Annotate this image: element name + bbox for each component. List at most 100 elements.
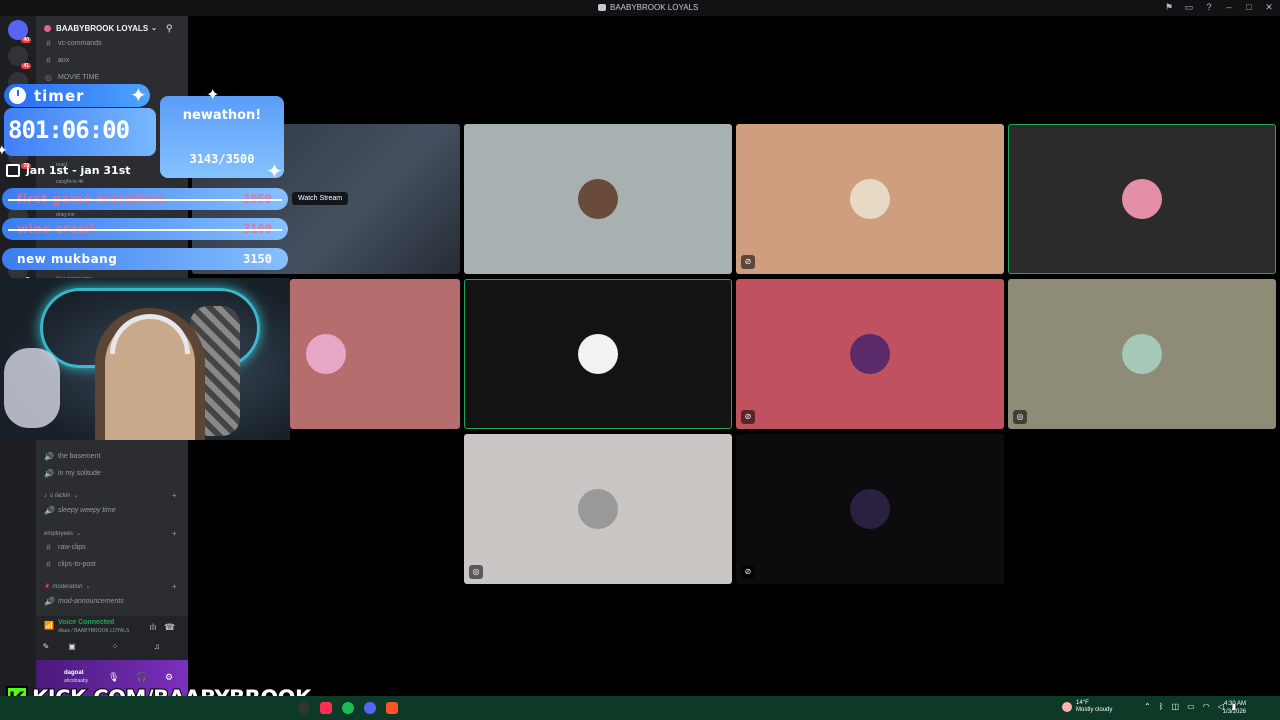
timer-box: 801:06:00 bbox=[4, 108, 156, 156]
display-icon[interactable]: ▭ bbox=[1187, 702, 1195, 711]
timer-label: timer bbox=[4, 84, 150, 107]
server-badge-icon bbox=[44, 24, 51, 32]
sparkle-icon: ✦ bbox=[266, 161, 283, 183]
goal-value: 3150 bbox=[243, 252, 272, 266]
soundboard-icon[interactable]: ♫ bbox=[149, 642, 165, 654]
channel-mod-announcements[interactable]: 🔊 mod-announcements bbox=[44, 595, 124, 607]
channel-sleepy-weepy-time[interactable]: 🔊 sleepy weepy time bbox=[44, 504, 116, 516]
participant-tile[interactable] bbox=[464, 124, 732, 274]
obs-icon[interactable] bbox=[298, 702, 310, 714]
category-u-lackin[interactable]: ♪ u lackin ⌄ + bbox=[44, 491, 177, 500]
tiktok-icon[interactable] bbox=[320, 702, 332, 714]
channel-clips-to-post[interactable]: # clips-to-post bbox=[44, 558, 96, 570]
add-channel-icon[interactable]: + bbox=[172, 491, 177, 500]
invite-icon[interactable]: ⚲ bbox=[166, 23, 176, 33]
watch-stream-button[interactable]: Watch Stream bbox=[292, 192, 349, 205]
participant-tile[interactable]: ⊘ bbox=[736, 434, 1004, 584]
channel-aux[interactable]: # aux bbox=[44, 54, 69, 66]
network-icon[interactable]: ◫ bbox=[1172, 702, 1180, 711]
brave-icon[interactable] bbox=[386, 702, 398, 714]
channel-label: sleepy weepy time bbox=[58, 506, 116, 514]
server-icon[interactable]: 41 bbox=[8, 46, 31, 69]
participant-tile[interactable] bbox=[464, 279, 732, 429]
disconnect-icon[interactable]: ☎ bbox=[164, 622, 175, 632]
avatar bbox=[578, 179, 618, 219]
channel-label: in my solitude bbox=[58, 469, 101, 477]
sparkle-icon: ✦ bbox=[0, 142, 8, 158]
flag-icon[interactable]: ⚑ bbox=[1164, 2, 1174, 12]
date-range: jan 1st - jan 31st bbox=[6, 164, 131, 177]
inbox-icon[interactable]: ▭ bbox=[1184, 2, 1194, 12]
hash-icon: # bbox=[46, 55, 51, 65]
channel-label: vc-commands bbox=[58, 39, 102, 47]
timer-value: 801:06:00 bbox=[8, 116, 130, 144]
goal-item: new mukbang 3150 bbox=[2, 248, 288, 270]
bluetooth-icon[interactable]: ᛒ bbox=[1159, 702, 1164, 711]
noise-suppression-icon[interactable]: ılı bbox=[148, 622, 158, 632]
weather-temp: 14°F bbox=[1076, 700, 1089, 706]
minimize-icon[interactable]: – bbox=[1224, 2, 1234, 12]
channel-caught-in-4k[interactable]: caught-in-4k bbox=[56, 176, 84, 188]
goal-title: newathon! bbox=[182, 108, 262, 123]
category-icon: ♜ bbox=[44, 584, 50, 590]
channel-vc-commands[interactable]: # vc-commands bbox=[44, 37, 102, 49]
participant-tile[interactable]: ⊘ bbox=[736, 279, 1004, 429]
strikethrough bbox=[8, 199, 282, 201]
avatar bbox=[850, 334, 890, 374]
weather-desc: Mostly cloudy bbox=[1076, 707, 1113, 713]
voice-status[interactable]: Voice Connected bbox=[58, 619, 114, 626]
badge: 40 bbox=[21, 37, 31, 43]
add-channel-icon[interactable]: + bbox=[172, 529, 177, 538]
webcam-overlay bbox=[0, 278, 290, 440]
hash-icon: # bbox=[46, 38, 51, 48]
microphone-icon[interactable]: 🎙 bbox=[108, 672, 119, 682]
category-label: moderation bbox=[52, 583, 83, 590]
user-name: dagoat bbox=[64, 670, 84, 676]
voice-location[interactable]: diaas / BAABYBROOK LOYALS bbox=[58, 628, 129, 634]
settings-icon[interactable]: ⚙ bbox=[164, 672, 174, 682]
screen-share-icon[interactable]: ▣ bbox=[64, 642, 80, 654]
participant-tile[interactable]: ◎ bbox=[464, 434, 732, 584]
calendar-icon bbox=[6, 164, 20, 177]
add-channel-icon[interactable]: + bbox=[172, 582, 177, 591]
channel-in-my-solitude[interactable]: 🔊 in my solitude bbox=[44, 467, 101, 479]
maximize-icon[interactable]: □ bbox=[1244, 2, 1254, 12]
goal-label: new mukbang bbox=[17, 252, 118, 266]
channel-raw-clips[interactable]: # raw-clips bbox=[44, 541, 85, 553]
server-name: BAABYBROOK LOYALS bbox=[56, 23, 149, 33]
sparkle-icon: ✦ bbox=[130, 85, 147, 107]
channel-label: caught-in-4k bbox=[56, 179, 84, 185]
participant-tile[interactable]: ◎ bbox=[1008, 279, 1276, 429]
channel-movie-time[interactable]: ◎ MOVIE TIME bbox=[44, 71, 99, 83]
date-range-text: jan 1st - jan 31st bbox=[26, 164, 131, 177]
chevron-up-icon[interactable]: ⌃ bbox=[1144, 702, 1151, 711]
avatar bbox=[850, 489, 890, 529]
participant-tile[interactable] bbox=[1008, 124, 1276, 274]
avatar bbox=[306, 334, 346, 374]
goal-item: first game marathon 3050 bbox=[2, 188, 288, 210]
category-moderation[interactable]: ♜ moderation ⌄ + bbox=[44, 582, 177, 591]
category-label: u lackin bbox=[50, 492, 71, 499]
participant-tile[interactable]: ⊘ bbox=[736, 124, 1004, 274]
chevron-down-icon: ⌄ bbox=[85, 584, 91, 590]
discord-icon[interactable] bbox=[364, 702, 376, 714]
help-icon[interactable]: ? bbox=[1204, 2, 1214, 12]
participant-tile[interactable] bbox=[290, 279, 460, 429]
category-employees[interactable]: employees ⌄ + bbox=[44, 529, 177, 538]
clock-time: 4:30 AM bbox=[1223, 701, 1246, 707]
weather-widget[interactable]: 14°F Mostly cloudy bbox=[1062, 700, 1112, 714]
close-icon[interactable]: ✕ bbox=[1264, 2, 1274, 12]
goal-item: wine crawl 3100 bbox=[2, 218, 288, 240]
speaker-icon: 🔊 bbox=[44, 468, 54, 478]
clock-icon bbox=[9, 87, 26, 104]
channel-the-basement[interactable]: 🔊 the basement bbox=[44, 450, 100, 462]
discord-home-button[interactable]: 40 bbox=[8, 20, 31, 43]
activities-icon[interactable]: ⁘ bbox=[107, 642, 123, 654]
taskbar-clock[interactable]: 4:30 AM 1/3/2026 bbox=[1223, 700, 1246, 716]
discord-logo-icon bbox=[598, 4, 606, 11]
camera-off-icon[interactable]: ✎ bbox=[38, 642, 54, 654]
channel-label: clips-to-post bbox=[58, 560, 96, 568]
wifi-icon[interactable]: ◠ bbox=[1203, 702, 1210, 711]
spotify-icon[interactable] bbox=[342, 702, 354, 714]
headphones-icon[interactable]: 🎧 bbox=[136, 672, 147, 682]
